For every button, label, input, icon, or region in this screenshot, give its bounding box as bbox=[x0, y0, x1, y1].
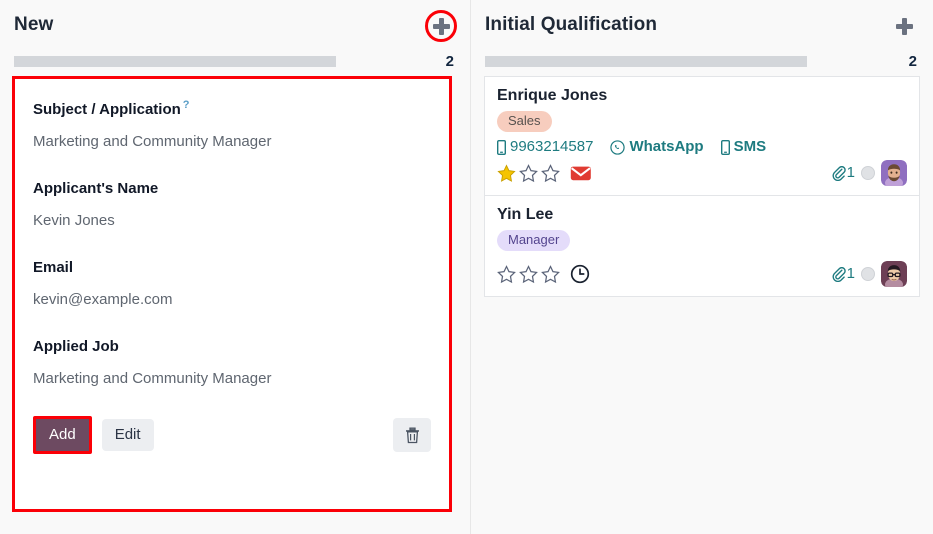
kanban-status-dot[interactable] bbox=[861, 267, 875, 281]
sms-label: SMS bbox=[734, 138, 767, 156]
mobile-phone-icon bbox=[497, 140, 506, 155]
whatsapp-icon bbox=[610, 140, 625, 155]
priority-stars bbox=[497, 264, 590, 284]
column-progress-bar[interactable] bbox=[485, 56, 807, 67]
add-record-button-initial-qualification[interactable] bbox=[891, 13, 917, 39]
star-outline-icon[interactable] bbox=[519, 265, 538, 284]
delete-button[interactable] bbox=[393, 418, 431, 452]
column-cards-new: Subject / Application? Marketing and Com… bbox=[0, 76, 470, 534]
column-record-count: 2 bbox=[909, 54, 917, 69]
star-outline-icon[interactable] bbox=[541, 164, 560, 183]
paperclip-icon bbox=[832, 267, 846, 282]
attachment-indicator[interactable]: 1 bbox=[832, 165, 855, 181]
field-value-applicant-name[interactable]: Kevin Jones bbox=[33, 211, 431, 231]
edit-button[interactable]: Edit bbox=[102, 419, 154, 451]
priority-stars bbox=[497, 164, 592, 183]
attachment-count: 1 bbox=[847, 266, 855, 282]
card-title: Yin Lee bbox=[497, 205, 907, 225]
sms-link[interactable]: SMS bbox=[721, 138, 767, 156]
attachment-indicator[interactable]: 1 bbox=[832, 266, 855, 282]
plus-icon bbox=[896, 18, 913, 35]
clock-icon[interactable] bbox=[570, 264, 590, 284]
tag-badge[interactable]: Manager bbox=[497, 230, 570, 251]
column-progress-row-new: 2 bbox=[0, 46, 470, 76]
whatsapp-label: WhatsApp bbox=[629, 138, 703, 156]
attachment-count: 1 bbox=[847, 165, 855, 181]
field-value-email[interactable]: kevin@example.com bbox=[33, 290, 431, 310]
card-meta-row: 1 bbox=[497, 159, 907, 187]
card-title: Enrique Jones bbox=[497, 86, 907, 106]
mobile-phone-icon bbox=[721, 140, 730, 155]
whatsapp-link[interactable]: WhatsApp bbox=[610, 138, 703, 156]
kanban-column-new: New 2 Subject / Application? Marketing a… bbox=[0, 0, 470, 534]
trash-icon bbox=[405, 427, 420, 444]
kanban-column-initial-qualification: Initial Qualification 2 Enrique Jones Sa… bbox=[470, 0, 933, 534]
star-outline-icon[interactable] bbox=[541, 265, 560, 284]
kanban-board: New 2 Subject / Application? Marketing a… bbox=[0, 0, 933, 534]
annotation-box-add-button: Add bbox=[33, 416, 92, 454]
avatar[interactable] bbox=[881, 261, 907, 287]
field-value-subject[interactable]: Marketing and Community Manager bbox=[33, 132, 431, 152]
card-right-meta: 1 bbox=[832, 160, 907, 186]
quick-create-card: Subject / Application? Marketing and Com… bbox=[12, 76, 452, 512]
column-header-new: New bbox=[0, 0, 470, 46]
column-cards-initial-qualification: Enrique Jones Sales 9963214587 bbox=[471, 76, 933, 534]
avatar[interactable] bbox=[881, 160, 907, 186]
column-progress-bar[interactable] bbox=[14, 56, 336, 67]
star-outline-icon[interactable] bbox=[519, 164, 538, 183]
help-tooltip-icon[interactable]: ? bbox=[183, 99, 190, 111]
star-filled-icon[interactable] bbox=[497, 164, 516, 183]
add-record-wrapper bbox=[889, 14, 917, 40]
plus-icon bbox=[433, 18, 450, 35]
kanban-card[interactable]: Yin Lee Manager bbox=[484, 196, 920, 297]
card-contact-row: 9963214587 WhatsApp bbox=[497, 138, 907, 156]
quick-create-actions: Add Edit bbox=[33, 416, 431, 454]
paperclip-icon bbox=[832, 166, 846, 181]
add-record-wrapper bbox=[426, 14, 454, 40]
field-label-subject: Subject / Application? bbox=[33, 95, 431, 120]
kanban-status-dot[interactable] bbox=[861, 166, 875, 180]
tag-badge[interactable]: Sales bbox=[497, 111, 552, 132]
field-label-applicant-name: Applicant's Name bbox=[33, 179, 431, 199]
star-outline-icon[interactable] bbox=[497, 265, 516, 284]
envelope-icon[interactable] bbox=[570, 165, 592, 182]
card-meta-row: 1 bbox=[497, 260, 907, 288]
field-label-email: Email bbox=[33, 258, 431, 278]
column-header-initial-qualification: Initial Qualification bbox=[471, 0, 933, 46]
phone-link[interactable]: 9963214587 bbox=[497, 138, 593, 156]
column-progress-row-initial-qualification: 2 bbox=[471, 46, 933, 76]
phone-number: 9963214587 bbox=[510, 138, 593, 156]
card-right-meta: 1 bbox=[832, 261, 907, 287]
field-label-applied-job: Applied Job bbox=[33, 337, 431, 357]
field-value-applied-job[interactable]: Marketing and Community Manager bbox=[33, 369, 431, 389]
column-title: New bbox=[14, 14, 53, 36]
kanban-card[interactable]: Enrique Jones Sales 9963214587 bbox=[484, 76, 920, 196]
add-button[interactable]: Add bbox=[36, 419, 89, 451]
column-record-count: 2 bbox=[446, 54, 454, 69]
column-title: Initial Qualification bbox=[485, 14, 657, 36]
add-record-button-new[interactable] bbox=[428, 13, 454, 39]
